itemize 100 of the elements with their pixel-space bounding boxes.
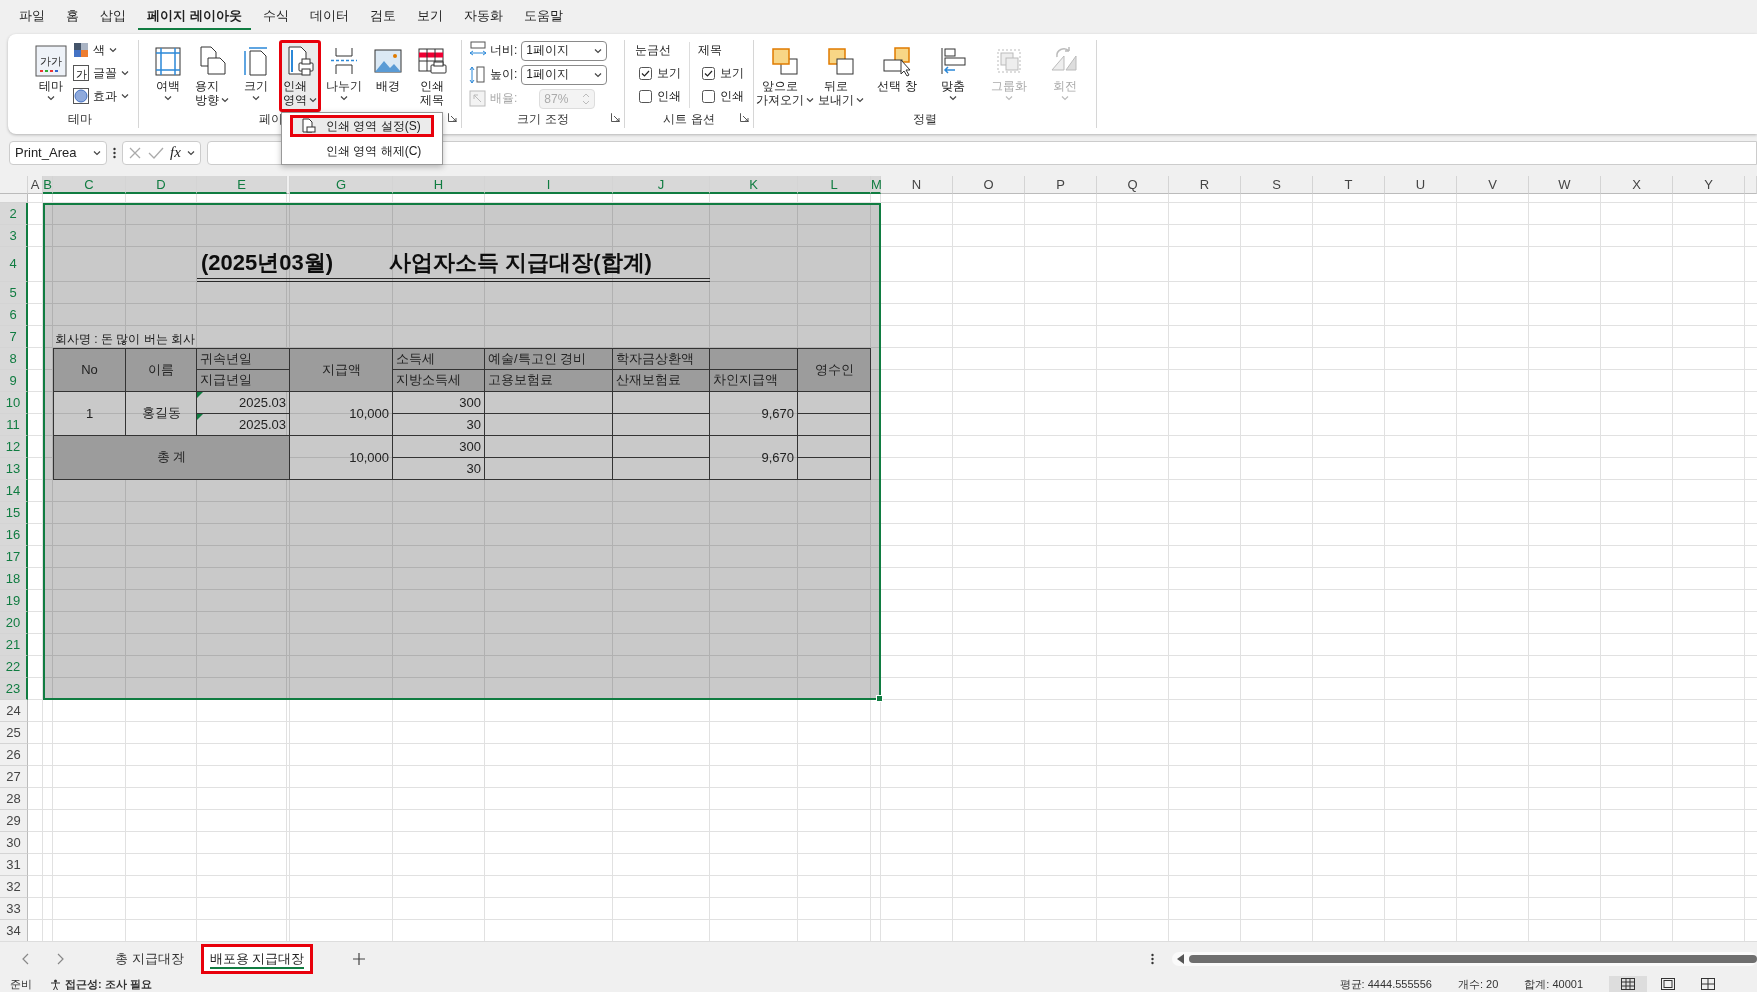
column-header[interactable]: W (1529, 175, 1601, 194)
row-header[interactable]: 29 (0, 809, 28, 832)
row-header[interactable]: 6 (0, 303, 28, 326)
row-header[interactable]: 34 (0, 919, 28, 942)
row-header[interactable]: 31 (0, 853, 28, 876)
column-header[interactable]: H (393, 175, 485, 194)
row-header[interactable]: 11 (0, 413, 28, 436)
checkbox[interactable] (701, 66, 715, 80)
menu-tab[interactable]: 보기 (407, 1, 452, 31)
row-header[interactable]: 2 (0, 202, 28, 225)
column-header[interactable]: O (953, 175, 1025, 194)
menu-tab[interactable]: 데이터 (300, 1, 358, 31)
row-header[interactable]: 8 (0, 347, 28, 370)
add-sheet-icon[interactable] (353, 953, 366, 966)
row-header[interactable]: 4 (0, 246, 28, 282)
menu-tab[interactable]: 자동화 (454, 1, 512, 31)
ribbon-button[interactable]: 가 글꼴 (73, 62, 129, 84)
checkbox-label[interactable]: 보기 (656, 64, 681, 82)
ribbon-button[interactable]: 여백 (147, 39, 189, 106)
scroll-left-icon[interactable] (1177, 954, 1185, 965)
menu-tab[interactable]: 홈 (57, 1, 88, 31)
column-header[interactable]: T (1313, 175, 1385, 194)
column-header[interactable]: G (290, 175, 393, 194)
ribbon-button[interactable]: 앞으로 가져오기 (758, 39, 812, 112)
row-header[interactable]: 27 (0, 765, 28, 788)
checkbox[interactable] (638, 66, 652, 80)
menu-tab[interactable]: 삽입 (91, 1, 135, 31)
accessibility-icon[interactable] (50, 978, 61, 990)
dialog-launcher-icon[interactable] (448, 112, 457, 122)
ribbon-button[interactable]: 맞춤 (926, 39, 980, 106)
column-header[interactable]: I (485, 175, 613, 194)
row-header[interactable]: 13 (0, 457, 28, 480)
column-header[interactable]: R (1169, 175, 1241, 194)
row-header[interactable]: 19 (0, 589, 28, 612)
row-header[interactable]: 28 (0, 787, 28, 810)
enter-check-icon[interactable] (148, 145, 164, 160)
row-header[interactable]: 33 (0, 897, 28, 920)
row-header[interactable]: 7 (0, 325, 28, 348)
ribbon-button[interactable]: 나누기 (323, 39, 365, 106)
column-header[interactable]: S (1241, 175, 1313, 194)
column-header[interactable]: V (1457, 175, 1529, 194)
column-header[interactable]: E (197, 175, 287, 194)
checkbox[interactable] (638, 89, 652, 103)
name-box[interactable]: Print_Area (9, 140, 107, 165)
menu-item[interactable]: 인쇄 영역 설정(S) (290, 115, 434, 137)
column-header[interactable]: N (881, 175, 953, 194)
ribbon-button[interactable]: 인쇄 영역 (279, 39, 321, 112)
ribbon-button[interactable]: 효과 (73, 85, 129, 107)
row-header[interactable]: 15 (0, 501, 28, 524)
row-header[interactable]: 26 (0, 743, 28, 766)
column-header[interactable]: K (710, 175, 798, 194)
dialog-launcher-icon[interactable] (740, 112, 749, 122)
checkbox[interactable] (701, 89, 715, 103)
sheet-tab[interactable]: 총 지급대장 (106, 944, 193, 975)
row-header[interactable]: 9 (0, 369, 28, 392)
formula-input[interactable] (206, 140, 1757, 165)
dropdown-field[interactable]: 1페이지 (521, 64, 608, 85)
row-header[interactable]: 20 (0, 611, 28, 634)
next-sheet-icon[interactable] (56, 953, 64, 966)
checkbox-label[interactable]: 보기 (719, 64, 744, 82)
column-header[interactable]: L (798, 175, 871, 194)
column-header[interactable]: A (28, 175, 43, 194)
previous-sheet-icon[interactable] (22, 953, 30, 966)
row-header[interactable]: 25 (0, 721, 28, 744)
column-header[interactable]: P (1025, 175, 1097, 194)
row-header[interactable]: 30 (0, 831, 28, 854)
more-options-icon[interactable] (1151, 953, 1154, 966)
ribbon-button[interactable]: 인쇄 제목 (411, 39, 453, 112)
menu-item[interactable]: 인쇄 영역 해제(C) (290, 140, 434, 162)
ribbon-button[interactable]: 크기 (235, 39, 277, 106)
menu-tab[interactable]: 페이지 레이아웃 (138, 1, 251, 31)
ribbon-button[interactable]: 선택 창 (870, 39, 924, 98)
ribbon-button[interactable]: 가가 테마 (31, 39, 71, 106)
row-header[interactable]: 17 (0, 545, 28, 568)
column-header[interactable]: Y (1673, 175, 1745, 194)
row-header[interactable]: 21 (0, 633, 28, 656)
ribbon-button[interactable]: 색 (73, 39, 129, 61)
row-header[interactable]: 10 (0, 391, 28, 414)
row-header[interactable]: 5 (0, 281, 28, 304)
fill-handle[interactable] (876, 694, 883, 702)
column-header[interactable]: X (1601, 175, 1673, 194)
menu-tab[interactable]: 파일 (10, 1, 54, 31)
insert-function-button[interactable]: fx (170, 144, 181, 162)
row-header[interactable]: 24 (0, 699, 28, 722)
column-header[interactable]: D (126, 175, 197, 194)
checkbox-label[interactable]: 인쇄 (719, 87, 744, 105)
row-header[interactable]: 14 (0, 479, 28, 502)
more-options-icon[interactable] (113, 146, 116, 159)
menu-tab[interactable]: 수식 (253, 1, 298, 31)
row-header[interactable]: 12 (0, 435, 28, 458)
sheet-tab[interactable]: 배포용 지급대장 (200, 944, 314, 975)
menu-tab[interactable]: 검토 (360, 1, 405, 31)
column-header[interactable]: U (1385, 175, 1457, 194)
checkbox-label[interactable]: 인쇄 (656, 87, 681, 105)
view-button[interactable] (1609, 976, 1647, 992)
ribbon-button[interactable]: 배경 (367, 39, 409, 98)
accessibility-status[interactable]: 접근성: 조사 필요 (65, 976, 152, 992)
row-header[interactable]: 3 (0, 224, 28, 247)
ribbon-button[interactable]: 용지 방향 (191, 39, 233, 112)
dialog-launcher-icon[interactable] (611, 112, 620, 122)
